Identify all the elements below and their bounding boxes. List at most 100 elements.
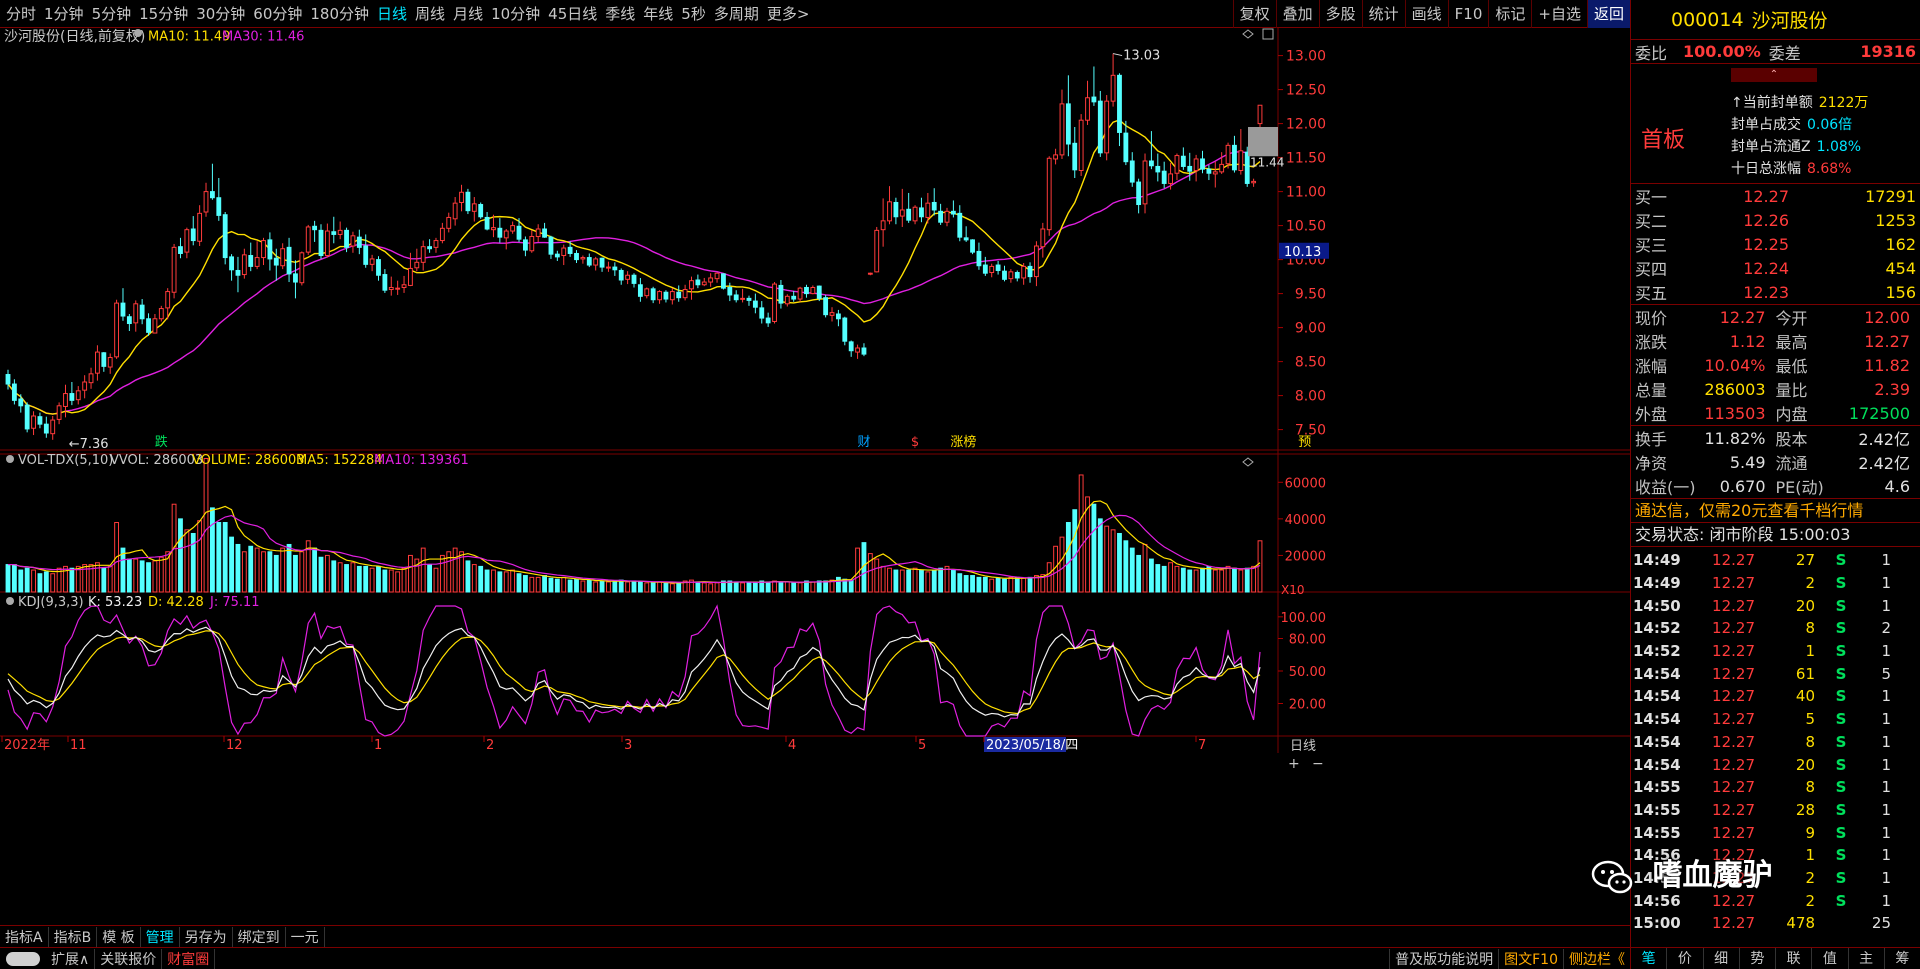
date-label: 7 [1198, 738, 1206, 753]
indicator-tab-模-板[interactable]: 模 板 [97, 926, 141, 947]
period-tab-60分钟[interactable]: 60分钟 [249, 3, 306, 24]
tool-button--自选[interactable]: +自选 [1531, 0, 1587, 28]
candle-body [810, 286, 816, 295]
panel-tab-值[interactable]: 值 [1812, 948, 1849, 969]
volume-bar [465, 560, 471, 593]
period-tab-10分钟[interactable]: 10分钟 [487, 3, 544, 24]
event-marker-0[interactable]: 跌 [155, 434, 168, 450]
volume-bar [950, 569, 956, 593]
period-tab-月线[interactable]: 月线 [449, 3, 487, 24]
tool-button-F10[interactable]: F10 [1447, 0, 1489, 28]
vol-dropdown-icon[interactable] [6, 455, 14, 463]
level2-ad[interactable]: 通达信，仅需20元查看千档行情 [1631, 499, 1920, 523]
candle-body [644, 288, 650, 297]
tool-button-多股[interactable]: 多股 [1318, 0, 1362, 28]
event-marker-3[interactable]: 涨榜 [950, 434, 976, 450]
vol-diamond-icon[interactable] [1242, 457, 1254, 467]
period-tab-30分钟[interactable]: 30分钟 [192, 3, 249, 24]
ext-link-图文F10[interactable]: 图文F10 [1498, 948, 1563, 969]
period-tab-周线[interactable]: 周线 [411, 3, 449, 24]
tick-cell: 5 [1805, 710, 1815, 729]
candle-body [631, 274, 637, 284]
window-toggle-icon[interactable] [1262, 28, 1274, 40]
volume-bar [657, 581, 662, 593]
volume-bar [995, 577, 1001, 593]
volume-bar [816, 580, 822, 593]
ext-tab-财富圈[interactable]: 财富圈 [162, 948, 216, 969]
bid-row: 买五 12.23 156 [1631, 280, 1920, 304]
period-tab-15分钟[interactable]: 15分钟 [135, 3, 192, 24]
indicator-tab-指标A[interactable]: 指标A [0, 926, 49, 947]
event-marker-4[interactable]: 预 [1298, 435, 1311, 450]
seal-line-label: 十日总涨幅 [1731, 161, 1801, 177]
candle-body [772, 283, 777, 322]
panel-tab-主[interactable]: 主 [1849, 948, 1885, 969]
candle-body [331, 231, 337, 235]
ext-link-普及版功能说明[interactable]: 普及版功能说明 [1389, 948, 1498, 969]
quote-cell: 外盘 [1635, 405, 1668, 424]
period-tab-5秒[interactable]: 5秒 [677, 3, 710, 24]
indicator-tab-绑定到[interactable]: 绑定到 [233, 926, 286, 947]
tick-cell: 12.27 [1712, 619, 1755, 638]
tick-cell: 1 [1881, 891, 1891, 910]
period-tab-多周期[interactable]: 多周期 [710, 3, 763, 24]
ext-tab-关联报价[interactable]: 关联报价 [95, 948, 163, 969]
panel-tab-筹[interactable]: 筹 [1885, 948, 1920, 969]
tool-button-叠加[interactable]: 叠加 [1275, 0, 1319, 28]
volume-bar [919, 569, 924, 593]
zoom-in-icon[interactable]: + [1288, 756, 1300, 772]
tick-row: 14:55 12.27 28 S 1 [1631, 799, 1920, 822]
tool-button-画线[interactable]: 画线 [1404, 0, 1448, 28]
tick-cell: 14:55 [1633, 823, 1681, 842]
panel-tab-联[interactable]: 联 [1776, 948, 1813, 969]
bid-price: 12.23 [1743, 282, 1789, 302]
candle-body [957, 212, 963, 238]
event-marker-2[interactable]: $ [911, 435, 919, 450]
volume-bar [158, 556, 164, 593]
collapse-caret-icon[interactable]: ⌃ [1731, 68, 1817, 82]
panel-tab-价[interactable]: 价 [1667, 948, 1704, 969]
indicator-tab-指标B[interactable]: 指标B [49, 926, 98, 947]
panel-tab-细[interactable]: 细 [1704, 948, 1740, 969]
candle-body [950, 210, 956, 215]
period-tab-180分钟[interactable]: 180分钟 [306, 3, 373, 24]
volume-bar [887, 567, 892, 593]
ext-tab-扩展-[interactable]: 扩展∧ [46, 948, 96, 969]
tick-cell: 1 [1881, 846, 1891, 865]
period-tab-1分钟[interactable]: 1分钟 [40, 3, 88, 24]
panel-tab-笔[interactable]: 笔 [1631, 948, 1668, 969]
candle-body [1238, 150, 1244, 172]
volume-bar [395, 571, 401, 593]
period-tab-45日线[interactable]: 45日线 [544, 3, 601, 24]
dropdown-icon[interactable] [134, 29, 142, 37]
event-marker-1[interactable]: 财 [857, 435, 870, 450]
toggle-switch[interactable] [6, 951, 40, 966]
volume-bar [471, 564, 477, 593]
period-tab-季线[interactable]: 季线 [601, 3, 639, 24]
period-tab-5分钟[interactable]: 5分钟 [88, 3, 136, 24]
period-tab-年线[interactable]: 年线 [639, 3, 677, 24]
indicator-tab-一元[interactable]: 一元 [286, 926, 325, 947]
tool-button-统计[interactable]: 统计 [1361, 0, 1405, 28]
period-tab-日线[interactable]: 日线 [373, 3, 411, 24]
period-tab-更多-[interactable]: 更多> [763, 3, 814, 24]
tool-button-复权[interactable]: 复权 [1232, 0, 1276, 28]
indicator-tab-管理[interactable]: 管理 [141, 926, 180, 947]
bid-volume: 17291 [1865, 186, 1916, 206]
volume-bar [146, 562, 151, 593]
ext-link-侧边栏-[interactable]: 侧边栏《 [1563, 948, 1630, 969]
kdj-dropdown-icon[interactable] [6, 597, 14, 605]
diamond-icon[interactable] [1242, 29, 1254, 39]
period-tab-分时[interactable]: 分时 [2, 3, 40, 24]
candle-body [516, 225, 522, 240]
tick-cell: 1 [1881, 755, 1891, 774]
kline-chart[interactable]: 13.0012.5012.0011.5011.0010.5010.009.509… [0, 28, 1630, 925]
indicator-tab-另存为[interactable]: 另存为 [180, 926, 233, 947]
zoom-out-icon[interactable]: − [1312, 756, 1324, 772]
panel-tab-势[interactable]: 势 [1740, 948, 1776, 969]
volume-bar [197, 520, 203, 593]
tool-button-标记[interactable]: 标记 [1488, 0, 1531, 28]
tool-button-返回[interactable]: 返回 [1586, 0, 1630, 28]
quote-row: 涨幅 10.04% 最低 11.82 [1631, 353, 1920, 377]
bid-price: 12.26 [1743, 210, 1789, 230]
